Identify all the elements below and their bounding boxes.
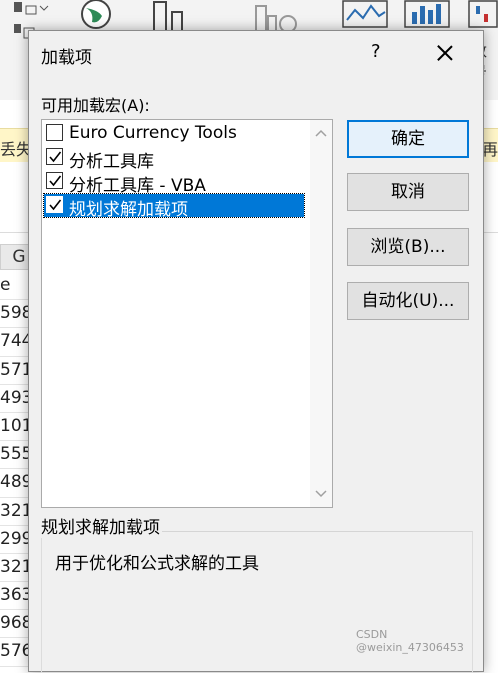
addin-label: 规划求解加载项 (69, 200, 188, 220)
addins-listbox[interactable]: Euro Currency Tools 分析工具库 分析工具库 - VBA 规划… (41, 119, 333, 508)
addins-dialog: 加载项 ? 可用加载宏(A): Euro Currency Tools 分析工具… (28, 30, 484, 673)
addin-label: 分析工具库 - VBA (69, 176, 206, 196)
dialog-title: 加载项 (41, 48, 92, 68)
listbox-scrollbar[interactable] (310, 120, 332, 507)
scroll-down-icon[interactable] (315, 487, 327, 499)
sparkline-line-icon[interactable] (342, 0, 390, 30)
addin-label: Euro Currency Tools (69, 123, 237, 143)
description-text: 用于优化和公式求解的工具 (55, 554, 259, 574)
addin-item-solver[interactable]: 规划求解加载项 (43, 193, 305, 220)
sparkline-winloss-icon[interactable] (468, 0, 498, 30)
available-addins-label: 可用加载宏(A): (41, 96, 150, 115)
checkmark-icon (49, 175, 62, 187)
checkbox[interactable] (46, 172, 63, 189)
description-title: 规划求解加载项 (39, 513, 162, 538)
automation-button[interactable]: 自动化(U)... (347, 282, 469, 320)
watermark: CSDN @weixin_47306453 (356, 628, 464, 654)
scroll-up-icon[interactable] (315, 128, 327, 140)
help-button[interactable]: ? (371, 41, 381, 62)
checkbox[interactable] (46, 124, 63, 141)
checkbox[interactable] (46, 148, 63, 165)
addin-label: 分析工具库 (69, 152, 154, 172)
checkmark-icon (49, 151, 62, 163)
addin-item-euro-currency[interactable]: Euro Currency Tools (44, 122, 304, 145)
checkbox[interactable] (46, 196, 63, 213)
checkmark-icon (49, 199, 62, 211)
cancel-button[interactable]: 取消 (347, 173, 469, 211)
close-icon[interactable] (431, 39, 459, 67)
addin-item-analysis-toolpak-vba[interactable]: 分析工具库 - VBA (44, 170, 304, 196)
ok-button[interactable]: 确定 (347, 120, 469, 158)
sparkline-column-icon[interactable] (404, 0, 452, 30)
browse-button[interactable]: 浏览(B)... (347, 228, 469, 266)
addin-item-analysis-toolpak[interactable]: 分析工具库 (44, 146, 304, 172)
